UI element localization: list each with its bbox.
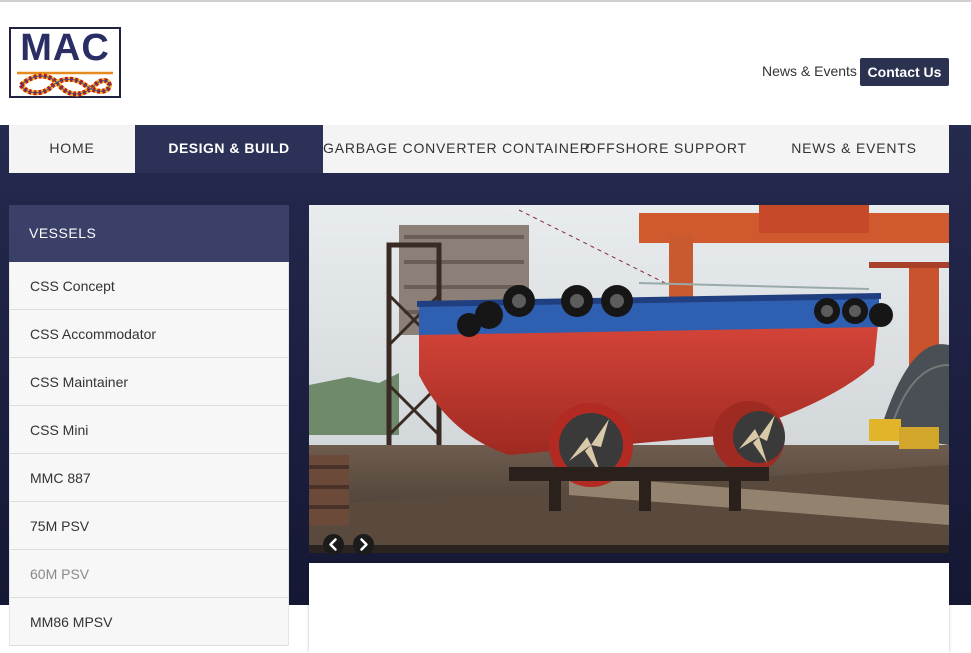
nav-item-design-build[interactable]: DESIGN & BUILD bbox=[135, 125, 323, 173]
nav-item-news-events[interactable]: NEWS & EVENTS bbox=[775, 125, 933, 173]
ship-in-dry-dock-photo bbox=[309, 205, 949, 553]
sidebar-item-75m-psv[interactable]: 75M PSV bbox=[9, 502, 289, 550]
mac-logo[interactable]: MAC bbox=[9, 27, 121, 98]
slider-next-button[interactable] bbox=[353, 534, 374, 555]
chevron-right-icon bbox=[360, 538, 368, 551]
sidebar-item-css-concept[interactable]: CSS Concept bbox=[9, 262, 289, 310]
rope-knot-icon bbox=[17, 71, 113, 97]
nav-item-offshore-support[interactable]: OFFSHORE SUPPORT bbox=[583, 125, 749, 173]
vessels-list: CSS Concept CSS Accommodator CSS Maintai… bbox=[9, 262, 289, 646]
contact-us-button[interactable]: Contact Us bbox=[860, 58, 949, 86]
chevron-left-icon bbox=[329, 538, 337, 551]
slider-prev-button[interactable] bbox=[323, 534, 344, 555]
sidebar-item-mmc-887[interactable]: MMC 887 bbox=[9, 454, 289, 502]
sidebar-item-css-maintainer[interactable]: CSS Maintainer bbox=[9, 358, 289, 406]
logo-text: MAC bbox=[20, 27, 110, 69]
sidebar-title: VESSELS bbox=[9, 205, 289, 262]
main-nav: HOME DESIGN & BUILD GARBAGE CONVERTER CO… bbox=[9, 125, 949, 173]
sidebar-item-css-mini[interactable]: CSS Mini bbox=[9, 406, 289, 454]
sidebar-item-mm86-mpsv[interactable]: MM86 MPSV bbox=[9, 598, 289, 646]
nav-item-garbage-converter-container[interactable]: GARBAGE CONVERTER CONTAINER bbox=[323, 125, 590, 173]
header-news-events-link[interactable]: News & Events bbox=[762, 63, 857, 79]
top-rule bbox=[0, 0, 971, 2]
sidebar-item-css-accommodator[interactable]: CSS Accommodator bbox=[9, 310, 289, 358]
sidebar-item-60m-psv[interactable]: 60M PSV bbox=[9, 550, 289, 598]
content-panel bbox=[309, 563, 949, 653]
hero-slider[interactable] bbox=[309, 205, 949, 553]
nav-item-home[interactable]: HOME bbox=[9, 125, 135, 173]
